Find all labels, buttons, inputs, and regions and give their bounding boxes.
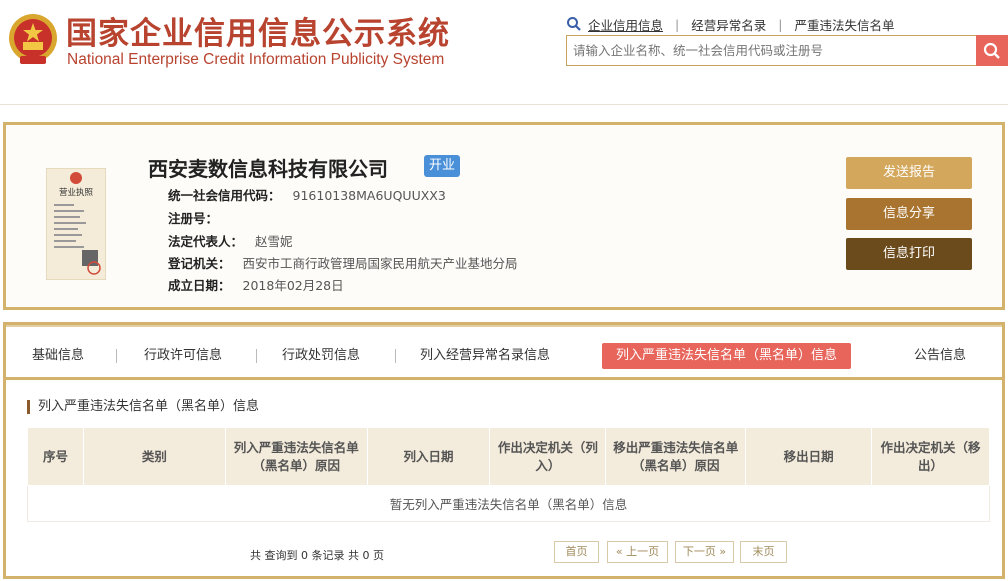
column-header: 作出决定机关（移出）	[871, 427, 990, 486]
prev-page-button[interactable]: « 上一页	[607, 541, 668, 563]
registration-number-row: 注册号：	[168, 208, 230, 227]
column-header: 移出严重违法失信名单（黑名单）原因	[605, 427, 747, 486]
table-header-row: 序号 类别 列入严重违法失信名单（黑名单）原因 列入日期 作出决定机关（列入） …	[27, 427, 990, 486]
next-page-button[interactable]: 下一页 »	[675, 541, 734, 563]
field-label: 注册号：	[168, 211, 219, 226]
field-value: 2018年02月28日	[242, 278, 344, 293]
table-row: 暂无列入严重违法失信名单（黑名单）信息	[27, 485, 990, 522]
send-report-button[interactable]: 发送报告	[846, 157, 972, 189]
blacklist-table: 序号 类别 列入严重违法失信名单（黑名单）原因 列入日期 作出决定机关（列入） …	[27, 427, 990, 522]
first-page-button[interactable]: 首页	[554, 541, 599, 563]
column-header: 列入日期	[366, 427, 491, 486]
top-nav: 企业信用信息 | 经营异常名录 | 严重违法失信名单	[566, 14, 894, 34]
tab-separator	[395, 349, 396, 363]
tab-admin-penalty[interactable]: 行政处罚信息	[282, 343, 360, 369]
tab-blacklist[interactable]: 列入严重违法失信名单（黑名单）信息	[602, 343, 852, 369]
field-value: 西安市工商行政管理局国家民用航天产业基地分局	[242, 256, 518, 271]
tab-announcements[interactable]: 公告信息	[914, 343, 966, 369]
business-license-icon: 营业执照	[46, 168, 106, 280]
column-header: 列入严重违法失信名单（黑名单）原因	[224, 427, 368, 486]
column-header: 类别	[82, 427, 226, 486]
nav-separator: |	[778, 16, 783, 32]
search-input[interactable]	[566, 35, 976, 66]
site-title: 国家企业信用信息公示系统	[66, 16, 450, 52]
registration-authority-row: 登记机关： 西安市工商行政管理局国家民用航天产业基地分局	[168, 253, 518, 272]
company-card: 营业执照 西安麦数信息科技有限公司 开业 统一社会信用代码： 91610138MA…	[3, 122, 1005, 310]
field-label: 成立日期：	[168, 278, 231, 293]
field-label: 法定代表人：	[168, 234, 244, 249]
tab-separator	[256, 349, 257, 363]
established-date-row: 成立日期： 2018年02月28日	[168, 275, 344, 294]
pagination-summary: 共 查询到 0 条记录 共 0 页	[250, 549, 384, 562]
tab-separator	[116, 349, 117, 363]
column-header: 移出日期	[745, 427, 873, 486]
field-value: 赵雪妮	[255, 234, 293, 249]
tab-abnormal-list[interactable]: 列入经营异常名录信息	[420, 343, 550, 369]
nav-link-abnormal-list[interactable]: 经营异常名录	[691, 15, 766, 34]
credit-code-row: 统一社会信用代码： 91610138MA6UQUUXX3	[168, 185, 446, 204]
tab-admin-license[interactable]: 行政许可信息	[144, 343, 222, 369]
field-label: 登记机关：	[168, 256, 231, 271]
column-header: 作出决定机关（列入）	[489, 427, 607, 486]
tab-basic-info[interactable]: 基础信息	[32, 343, 84, 369]
empty-message: 暂无列入严重违法失信名单（黑名单）信息	[27, 485, 990, 522]
status-badge: 开业	[424, 155, 461, 177]
content-panel: 基础信息 行政许可信息 行政处罚信息 列入经营异常名录信息 列入严重违法失信名单…	[3, 322, 1005, 579]
search-button[interactable]	[976, 35, 1008, 66]
print-info-button[interactable]: 信息打印	[846, 238, 972, 270]
column-header: 序号	[27, 427, 84, 486]
nav-link-credit-info[interactable]: 企业信用信息	[588, 15, 663, 34]
national-emblem-icon	[9, 14, 57, 64]
site-header: 国家企业信用信息公示系统 National Enterprise Credit …	[0, 0, 1008, 105]
page: 国家企业信用信息公示系统 National Enterprise Credit …	[0, 0, 1008, 581]
info-tabs: 基础信息 行政许可信息 行政处罚信息 列入经营异常名录信息 列入严重违法失信名单…	[6, 339, 1002, 373]
nav-separator: |	[675, 16, 680, 32]
search-icon	[983, 42, 1000, 59]
divider	[6, 325, 1002, 327]
company-name: 西安麦数信息科技有限公司	[148, 157, 388, 181]
nav-link-blacklist[interactable]: 严重违法失信名单	[794, 15, 894, 34]
legal-representative-row: 法定代表人： 赵雪妮	[168, 231, 293, 250]
section-title: 列入严重违法失信名单（黑名单）信息	[27, 400, 259, 414]
field-label: 统一社会信用代码：	[168, 188, 281, 203]
last-page-button[interactable]: 末页	[740, 541, 787, 563]
license-title: 营业执照	[59, 187, 94, 198]
site-subtitle: National Enterprise Credit Information P…	[67, 51, 445, 68]
search-icon	[567, 17, 581, 31]
tabs-underline	[6, 377, 1002, 380]
share-info-button[interactable]: 信息分享	[846, 198, 972, 230]
field-value: 91610138MA6UQUUXX3	[292, 188, 446, 203]
